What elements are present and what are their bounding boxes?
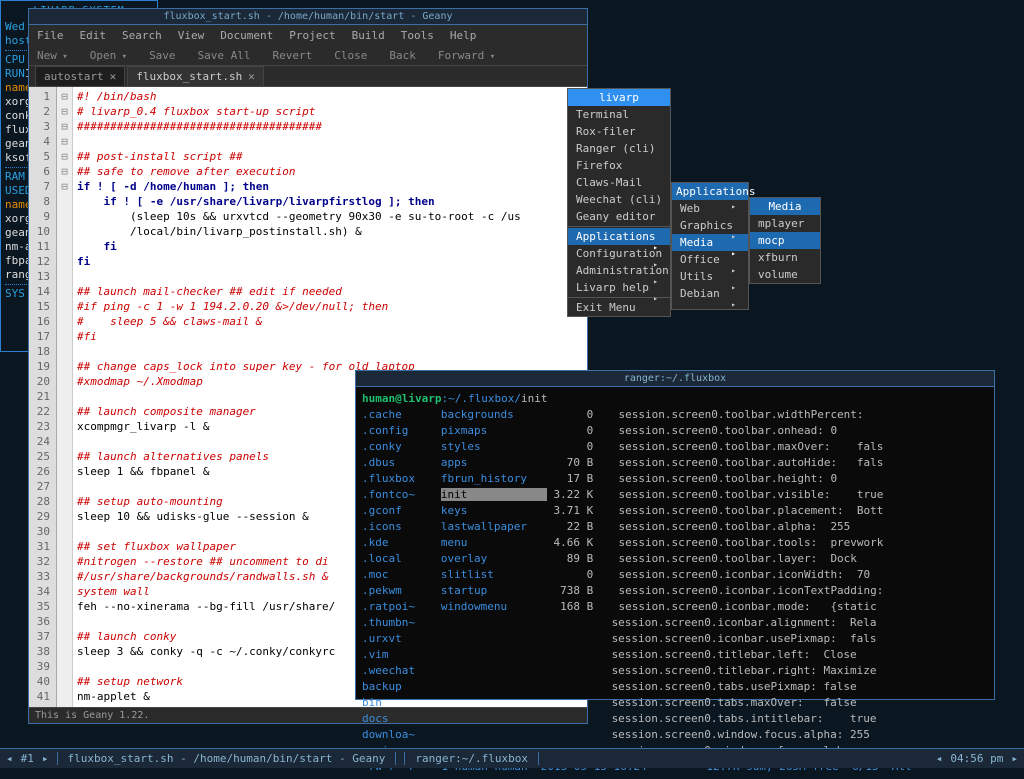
menu-item[interactable]: Debian — [672, 285, 748, 302]
geany-titlebar[interactable]: fluxbox_start.sh - /home/human/bin/start… — [29, 9, 587, 25]
task-geany[interactable]: fluxbox_start.sh - /home/human/bin/start… — [57, 752, 397, 765]
workspace-next[interactable]: ▸ — [42, 752, 49, 765]
menu-item[interactable]: Configuration — [568, 245, 670, 262]
menu-header: livarp — [568, 89, 670, 106]
menu-item[interactable]: Administration — [568, 262, 670, 279]
close-icon[interactable]: ✕ — [110, 70, 117, 83]
tray-next[interactable]: ▸ — [1011, 752, 1018, 765]
media-submenu[interactable]: Media mplayermocpxfburnvolume — [749, 197, 821, 284]
menu-item[interactable]: Firefox — [568, 157, 670, 174]
taskbar[interactable]: ◂ #1 ▸ fluxbox_start.sh - /home/human/bi… — [0, 748, 1024, 768]
ranger-body[interactable]: human@livarp:~/.fluxbox/init .cache back… — [356, 387, 994, 779]
menu-item[interactable]: Media — [672, 234, 748, 251]
menu-document[interactable]: Document — [220, 29, 273, 42]
menu-view[interactable]: View — [178, 29, 205, 42]
tab-fluxbox-start[interactable]: fluxbox_start.sh✕ — [127, 66, 264, 86]
tab-autostart[interactable]: autostart✕ — [35, 66, 125, 86]
menu-item[interactable]: Office — [672, 251, 748, 268]
tb-revert[interactable]: Revert — [273, 49, 313, 62]
geany-tabs: autostart✕ fluxbox_start.sh✕ — [29, 66, 587, 87]
menu-file[interactable]: File — [37, 29, 64, 42]
clock[interactable]: 04:56 pm — [950, 752, 1003, 765]
menu-item[interactable]: mplayer — [750, 215, 820, 232]
tb-save[interactable]: Save — [149, 49, 176, 62]
submenu-header: Media — [750, 198, 820, 215]
menu-item[interactable]: xfburn — [750, 249, 820, 266]
ranger-titlebar[interactable]: ranger:~/.fluxbox — [356, 371, 994, 387]
menu-item[interactable]: Terminal — [568, 106, 670, 123]
tb-back[interactable]: Back — [389, 49, 416, 62]
geany-toolbar: New Open Save Save All Revert Close Back… — [29, 46, 587, 66]
tray-prev[interactable]: ◂ — [936, 752, 943, 765]
menu-item[interactable]: Graphics — [672, 217, 748, 234]
tb-saveall[interactable]: Save All — [198, 49, 251, 62]
geany-menubar: File Edit Search View Document Project B… — [29, 25, 587, 46]
menu-build[interactable]: Build — [352, 29, 385, 42]
submenu-header: Applications — [672, 183, 748, 200]
menu-item[interactable]: Applications — [568, 228, 670, 245]
line-numbers: 1234567891011121314151617181920212223242… — [29, 87, 57, 707]
menu-item[interactable]: Rox-filer — [568, 123, 670, 140]
menu-project[interactable]: Project — [289, 29, 335, 42]
apps-submenu[interactable]: Applications WebGraphicsMediaOfficeUtils… — [671, 182, 749, 310]
menu-help[interactable]: Help — [450, 29, 477, 42]
fold-column[interactable]: ⊟⊟⊟⊟⊟⊟⊟ — [57, 87, 73, 707]
menu-item[interactable]: Ranger (cli) — [568, 140, 670, 157]
menu-item[interactable]: Web — [672, 200, 748, 217]
menu-edit[interactable]: Edit — [80, 29, 107, 42]
workspace-prev[interactable]: ◂ — [6, 752, 13, 765]
tb-forward[interactable]: Forward — [438, 49, 495, 62]
tb-new[interactable]: New — [37, 49, 68, 62]
close-icon[interactable]: ✕ — [248, 70, 255, 83]
tb-close[interactable]: Close — [334, 49, 367, 62]
menu-search[interactable]: Search — [122, 29, 162, 42]
menu-item[interactable]: mocp — [750, 232, 820, 249]
menu-item[interactable]: volume — [750, 266, 820, 283]
workspace-indicator[interactable]: #1 — [21, 752, 34, 765]
root-menu[interactable]: livarp TerminalRox-filerRanger (cli)Fire… — [567, 88, 671, 317]
menu-item[interactable]: Claws-Mail — [568, 174, 670, 191]
task-ranger[interactable]: ranger:~/.fluxbox — [404, 752, 539, 765]
ranger-window: ranger:~/.fluxbox human@livarp:~/.fluxbo… — [355, 370, 995, 700]
menu-tools[interactable]: Tools — [401, 29, 434, 42]
menu-item[interactable]: Geany editor — [568, 208, 670, 225]
tb-open[interactable]: Open — [90, 49, 127, 62]
menu-item[interactable]: Weechat (cli) — [568, 191, 670, 208]
menu-item[interactable]: Utils — [672, 268, 748, 285]
